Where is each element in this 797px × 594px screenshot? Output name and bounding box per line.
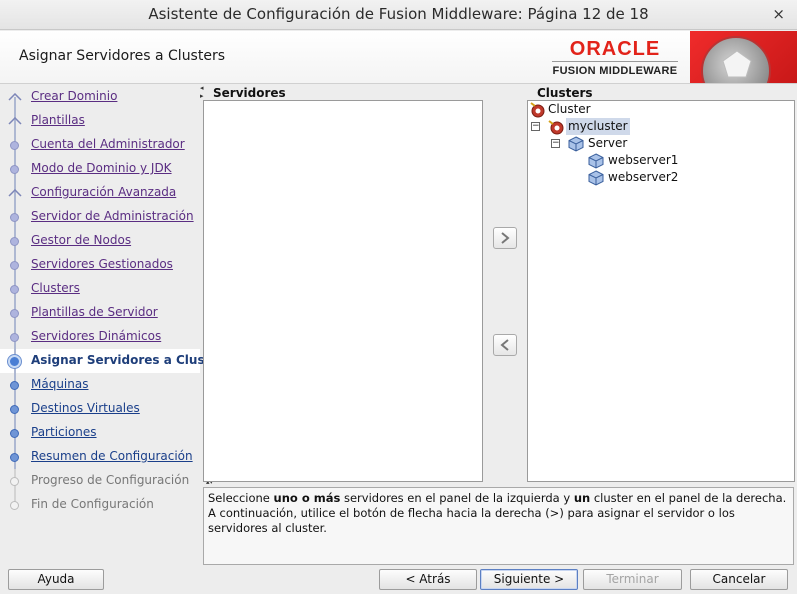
step-particiones[interactable]: Particiones (0, 421, 200, 445)
step-label: Crear Dominio (31, 89, 118, 103)
step-dot-icon (10, 213, 19, 222)
window-title: Asistente de Configuración de Fusion Mid… (148, 5, 649, 23)
pentagon-icon (722, 50, 752, 78)
server-icon (588, 170, 604, 186)
servers-heading: Servidores (213, 86, 286, 100)
step-servidor-administracion[interactable]: Servidor de Administración (0, 205, 200, 229)
tree-label: Server (588, 136, 628, 150)
step-branch-icon (8, 117, 22, 125)
tree-label: Cluster (548, 102, 591, 116)
step-label: Plantillas de Servidor (31, 305, 158, 319)
cluster-root-icon (530, 102, 545, 118)
step-plantillas[interactable]: Plantillas (0, 109, 200, 133)
step-label: Particiones (31, 425, 97, 439)
help-button[interactable]: Ayuda (8, 569, 104, 590)
instructions-line-2: A continuación, utilice el botón de flec… (208, 506, 735, 520)
assign-right-button[interactable] (493, 227, 517, 249)
tree-label: webserver2 (608, 170, 679, 184)
clusters-heading: Clusters (537, 86, 593, 100)
clusters-tree[interactable]: Cluster − mycluster − Server webserver1 … (527, 100, 795, 482)
step-dot-icon (10, 429, 19, 438)
step-clusters[interactable]: Clusters (0, 277, 200, 301)
header-decoration (690, 31, 797, 83)
step-dot-icon (10, 501, 19, 510)
step-dot-icon (10, 405, 19, 414)
step-destinos-virtuales[interactable]: Destinos Virtuales (0, 397, 200, 421)
step-branch-icon (8, 93, 22, 101)
page-title: Asignar Servidores a Clusters (19, 48, 226, 64)
step-label: Máquinas (31, 377, 89, 391)
step-label: Plantillas (31, 113, 85, 127)
back-button[interactable]: < Atrás (379, 569, 477, 590)
chevron-right-icon (501, 232, 510, 244)
step-dot-icon (10, 285, 19, 294)
step-current-dot-icon (8, 355, 21, 368)
next-button[interactable]: Siguiente > (480, 569, 578, 590)
splitter-handle-icon[interactable]: ◂ ▸ (200, 84, 204, 100)
step-fin-configuracion: Fin de Configuración (0, 493, 200, 517)
step-dot-icon (10, 261, 19, 270)
step-dot-icon (10, 165, 19, 174)
unassign-left-button[interactable] (493, 334, 517, 356)
window-titlebar: Asistente de Configuración de Fusion Mid… (0, 0, 797, 30)
server-icon (588, 153, 604, 169)
step-dot-icon (10, 237, 19, 246)
step-label: Modo de Dominio y JDK (31, 161, 172, 175)
step-dot-icon (10, 309, 19, 318)
step-label: Cuenta del Administrador (31, 137, 185, 151)
step-resumen-configuracion[interactable]: Resumen de Configuración (0, 445, 200, 469)
chevron-left-icon (500, 339, 509, 351)
step-label: Progreso de Configuración (31, 473, 190, 487)
step-dot-icon (10, 141, 19, 150)
oracle-logo: ORACLE FUSION MIDDLEWARE (552, 39, 678, 77)
instructions-line-3: servidores al cluster. (208, 521, 327, 535)
step-label: Servidores Gestionados (31, 257, 173, 271)
collapse-icon[interactable]: − (551, 139, 560, 148)
cluster-icon (548, 120, 564, 135)
wizard-steps: Crear Dominio Plantillas Cuenta del Admi… (0, 85, 210, 560)
step-modo-dominio-jdk[interactable]: Modo de Dominio y JDK (0, 157, 200, 181)
step-label: Destinos Virtuales (31, 401, 140, 415)
step-servidores-dinamicos[interactable]: Servidores Dinámicos (0, 325, 200, 349)
step-label: Resumen de Configuración (31, 449, 193, 463)
page-header: Asignar Servidores a Clusters ORACLE FUS… (0, 31, 797, 84)
finish-button: Terminar (583, 569, 682, 590)
step-label: Servidor de Administración (31, 209, 194, 223)
step-progreso-configuracion: Progreso de Configuración (0, 469, 200, 493)
logo-subtitle: FUSION MIDDLEWARE (552, 61, 678, 77)
tree-label: webserver1 (608, 153, 679, 167)
step-label: Clusters (31, 281, 80, 295)
step-configuracion-avanzada[interactable]: Configuración Avanzada (0, 181, 200, 205)
step-label: Servidores Dinámicos (31, 329, 162, 343)
step-dot-icon (10, 477, 19, 486)
step-crear-dominio[interactable]: Crear Dominio (0, 85, 200, 109)
step-branch-icon (8, 189, 22, 197)
step-dot-icon (10, 453, 19, 462)
close-icon[interactable]: × (772, 5, 785, 23)
instructions-line-1: Seleccione uno o más servidores en el pa… (208, 491, 787, 505)
step-label: Configuración Avanzada (31, 185, 177, 199)
step-label: Asignar Servidores a Clust (31, 353, 211, 367)
step-cuenta-administrador[interactable]: Cuenta del Administrador (0, 133, 200, 157)
cancel-button[interactable]: Cancelar (690, 569, 788, 590)
step-asignar-servidores[interactable]: Asignar Servidores a Clust (0, 349, 210, 373)
step-dot-icon (10, 381, 19, 390)
step-servidores-gestionados[interactable]: Servidores Gestionados (0, 253, 200, 277)
collapse-icon[interactable]: − (531, 122, 540, 131)
step-maquinas[interactable]: Máquinas (0, 373, 200, 397)
tree-label: mycluster (566, 118, 630, 135)
step-plantillas-servidor[interactable]: Plantillas de Servidor (0, 301, 200, 325)
logo-brand: ORACLE (569, 38, 661, 60)
step-label: Gestor de Nodos (31, 233, 132, 247)
servers-list[interactable] (203, 100, 483, 482)
server-group-icon (568, 136, 584, 152)
step-label: Fin de Configuración (31, 497, 154, 511)
step-gestor-nodos[interactable]: Gestor de Nodos (0, 229, 200, 253)
instructions-panel: Seleccione uno o más servidores en el pa… (203, 487, 794, 565)
step-dot-icon (10, 333, 19, 342)
